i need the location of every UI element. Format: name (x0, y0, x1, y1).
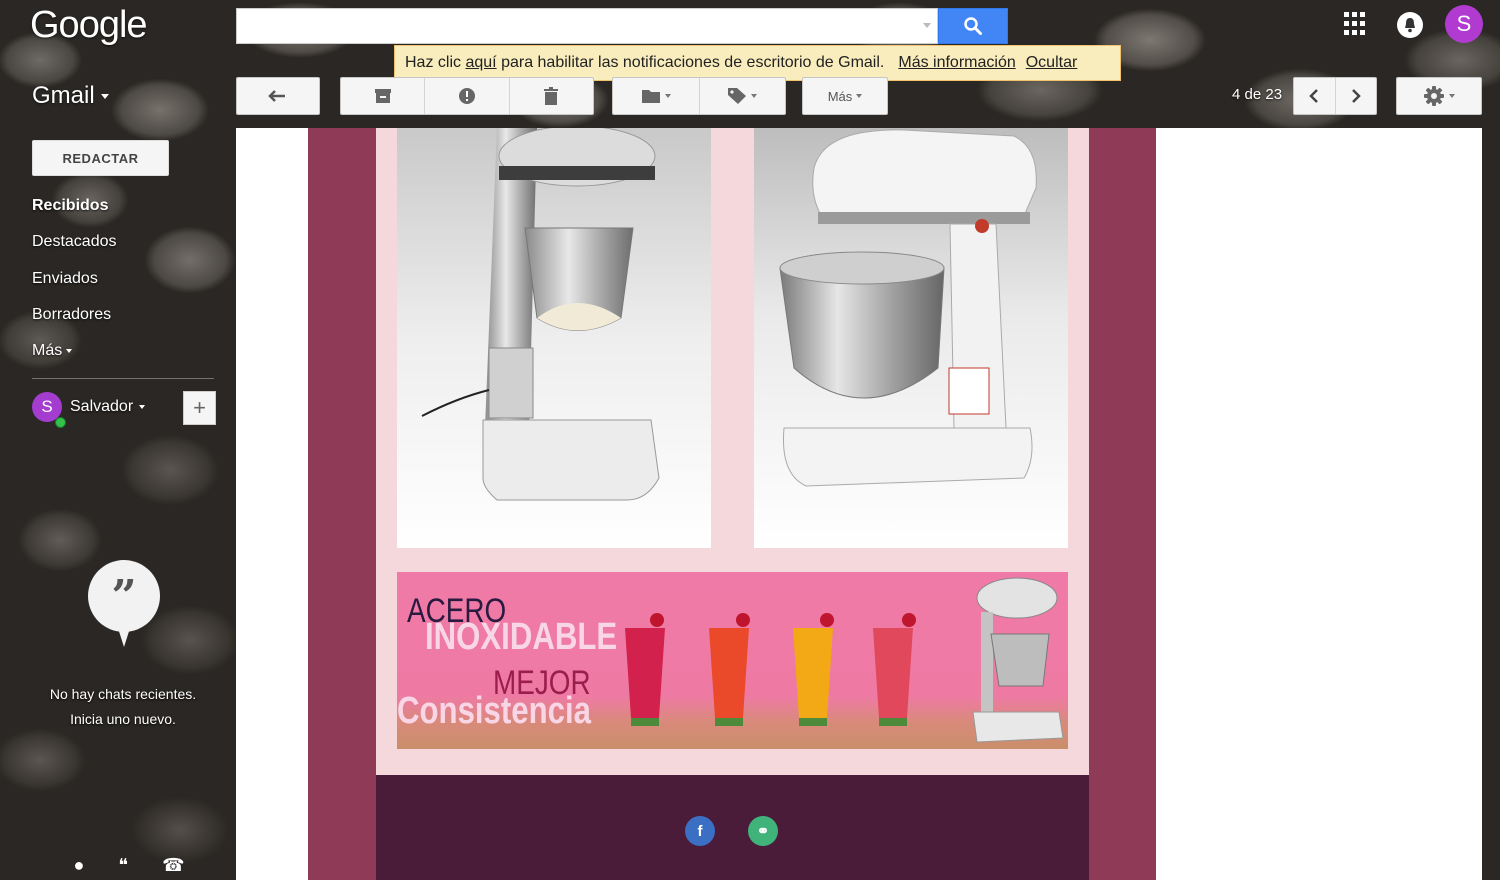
folder-icon (641, 90, 660, 103)
back-arrow-icon (268, 90, 285, 102)
more-actions-button[interactable]: Más (802, 77, 888, 115)
move-to-button[interactable] (613, 78, 700, 114)
message-position: 4 de 23 (1232, 86, 1283, 103)
sidebar-item-inbox[interactable]: Recibidos (32, 197, 108, 215)
promo-banner[interactable]: ACERO INOXIDABLE MEJOR Consistencia (397, 572, 1068, 749)
label-tag-icon (728, 88, 747, 104)
google-logo[interactable]: Google (30, 4, 148, 47)
product-image-stand-mixer[interactable] (754, 128, 1068, 548)
sidebar-item-sent[interactable]: Enviados (32, 270, 98, 288)
archive-button[interactable] (341, 78, 426, 114)
gmail-label: Gmail (32, 82, 95, 109)
smoothie-glasses-illustration (625, 613, 916, 726)
chevron-right-icon (1351, 89, 1361, 103)
labels-button[interactable] (700, 78, 786, 114)
chevron-down-icon (751, 94, 758, 98)
search-button[interactable] (938, 8, 1008, 44)
sidebar-item-more[interactable]: Más (32, 342, 73, 360)
more-info-link[interactable]: Más información (898, 54, 1015, 72)
label-button-group (612, 77, 786, 115)
search-input[interactable] (236, 8, 938, 44)
delete-button[interactable] (510, 78, 593, 114)
search-icon (964, 17, 982, 35)
banner-text-before: Haz clic (405, 54, 462, 71)
chat-footer-tabs: ● ❝ ☎ (54, 850, 204, 880)
chat-empty-state: No hay chats recientes. Inicia uno nuevo… (28, 682, 218, 732)
back-button[interactable] (236, 77, 320, 115)
mini-mixer-illustration (972, 577, 1064, 743)
chevron-down-icon (664, 94, 671, 98)
chevron-down-icon (856, 94, 863, 98)
sidebar-more-label: Más (32, 342, 63, 359)
search-options-icon[interactable] (923, 23, 931, 28)
chat-user-name: Salvador (70, 398, 134, 415)
online-status-icon (55, 417, 66, 428)
link-glyph: ⚭ (756, 823, 770, 840)
trash-icon (544, 87, 559, 105)
contacts-icon[interactable]: ● (74, 855, 85, 876)
compose-button[interactable]: REDACTAR (32, 140, 169, 176)
apps-grid-icon[interactable] (1344, 12, 1368, 36)
email-footer (376, 775, 1089, 880)
settings-button[interactable] (1396, 77, 1482, 115)
banner-text-consistencia: Consistencia (397, 690, 591, 732)
action-button-group (340, 77, 594, 115)
chevron-left-icon (1309, 89, 1319, 103)
chat-empty-line1: No hay chats recientes. (49, 686, 197, 702)
archive-icon (374, 89, 391, 103)
desktop-notification-banner: Haz clic aquí para habilitar las notific… (394, 45, 1121, 81)
facebook-icon[interactable]: f (685, 816, 715, 846)
chevron-down-icon (100, 94, 109, 100)
enable-notifications-link[interactable]: aquí (465, 54, 496, 72)
chat-empty-line2[interactable]: Inicia uno nuevo. (28, 707, 218, 732)
notifications-bell-icon[interactable] (1397, 12, 1423, 38)
hangouts-icon[interactable]: ❝ (118, 855, 128, 876)
hangouts-quote-icon: ” (88, 560, 160, 632)
chevron-down-icon (1449, 94, 1455, 98)
gear-icon (1424, 86, 1444, 106)
new-chat-button[interactable]: + (183, 391, 216, 425)
banner-text-after: para habilitar las notificaciones de esc… (501, 54, 885, 71)
more-actions-label: Más (827, 88, 853, 104)
hide-banner-link[interactable]: Ocultar (1026, 54, 1078, 72)
older-button[interactable] (1336, 78, 1377, 114)
hangouts-bubble-tail (117, 625, 131, 647)
product-image-milkshake-mixer[interactable] (397, 128, 711, 548)
account-avatar[interactable]: S (1445, 5, 1483, 43)
newer-button[interactable] (1294, 78, 1336, 114)
banner-text-inoxidable: INOXIDABLE (425, 616, 618, 658)
sidebar-item-drafts[interactable]: Borradores (32, 306, 111, 324)
chevron-down-icon (139, 404, 146, 409)
link-icon[interactable]: ⚭ (748, 816, 778, 846)
sidebar-divider (32, 378, 214, 379)
chevron-down-icon (66, 348, 73, 353)
chat-user-menu[interactable]: Salvador (70, 398, 146, 416)
sidebar-item-starred[interactable]: Destacados (32, 233, 117, 251)
gmail-menu[interactable]: Gmail (32, 82, 109, 110)
pager-group (1293, 77, 1377, 115)
report-spam-button[interactable] (425, 78, 510, 114)
facebook-glyph: f (697, 822, 703, 840)
phone-icon[interactable]: ☎ (162, 855, 184, 876)
spam-icon (458, 88, 475, 104)
